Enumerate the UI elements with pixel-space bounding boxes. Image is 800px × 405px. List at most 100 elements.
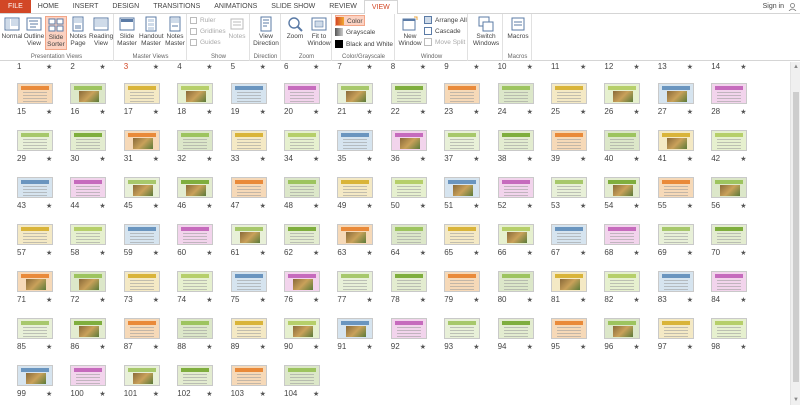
color-button[interactable]: Color [335,15,365,26]
slide-thumbnail[interactable]: 75 ★ [230,271,269,309]
star-icon[interactable]: ★ [313,108,319,116]
scroll-thumb[interactable] [793,92,799,382]
star-icon[interactable]: ★ [740,108,746,116]
slide-thumbnail[interactable]: 53 ★ [551,177,589,215]
slide-thumbnail[interactable]: 38 ★ [497,130,536,168]
zoom-button[interactable]: Zoom [284,16,306,50]
slide-thumbnail[interactable]: 104 ★ [284,365,322,403]
star-icon[interactable]: ★ [687,108,693,116]
star-icon[interactable]: ★ [420,155,426,163]
star-icon[interactable]: ★ [99,296,105,304]
handout-master-button[interactable]: Handout Master [139,16,164,50]
slide-thumbnail[interactable]: 73 ★ [123,271,162,309]
tab-review[interactable]: REVIEW [322,0,364,13]
slide-thumbnail[interactable]: 60 ★ [177,224,215,262]
outline-view-button[interactable]: Outline View [23,16,45,50]
slide-thumbnail[interactable]: 24 ★ [497,83,536,121]
star-icon[interactable]: ★ [580,63,586,71]
tab-file[interactable]: FILE [0,0,31,13]
slide-thumbnail[interactable]: 84 ★ [711,271,749,309]
star-icon[interactable]: ★ [420,343,426,351]
star-icon[interactable]: ★ [260,343,266,351]
move-split-button[interactable]: Move Split [424,37,465,48]
star-icon[interactable]: ★ [366,296,372,304]
slide-thumbnail[interactable]: 72 ★ [70,271,108,309]
star-icon[interactable]: ★ [633,249,639,257]
slide-thumbnail[interactable]: 98 ★ [711,318,749,356]
slide-thumbnail[interactable]: 66 ★ [497,224,536,262]
tab-slide-show[interactable]: SLIDE SHOW [264,0,322,13]
slide-thumbnail[interactable]: 48 ★ [284,177,322,215]
star-icon[interactable]: ★ [206,390,212,398]
star-icon[interactable]: ★ [473,108,479,116]
slide-thumbnail[interactable]: 39 ★ [551,130,589,168]
star-icon[interactable]: ★ [473,249,479,257]
star-icon[interactable]: ★ [633,343,639,351]
slide-thumbnail[interactable]: 35 ★ [337,130,375,168]
star-icon[interactable]: ★ [366,249,372,257]
slide-thumbnail[interactable]: 54 ★ [604,177,642,215]
cascade-button[interactable]: Cascade [424,26,461,37]
star-icon[interactable]: ★ [153,202,159,210]
tab-view[interactable]: VIEW [363,0,398,15]
slide-thumbnail[interactable]: 56 ★ [711,177,749,215]
star-icon[interactable]: ★ [153,155,159,163]
slide-thumbnail[interactable]: 68 ★ [604,224,642,262]
gridlines-checkbox[interactable]: Gridlines [190,26,226,37]
star-icon[interactable]: ★ [420,296,426,304]
tab-transitions[interactable]: TRANSITIONS [146,0,207,13]
star-icon[interactable]: ★ [206,108,212,116]
slide-thumbnail[interactable]: 28 ★ [711,83,749,121]
star-icon[interactable]: ★ [366,63,372,71]
star-icon[interactable]: ★ [313,296,319,304]
slide-thumbnail[interactable]: 46 ★ [177,177,215,215]
star-icon[interactable]: ★ [527,343,533,351]
slide-thumbnail[interactable]: 43 ★ [17,177,55,215]
star-icon[interactable]: ★ [527,63,533,71]
tab-animations[interactable]: ANIMATIONS [207,0,264,13]
star-icon[interactable]: ★ [260,63,266,71]
slide-thumbnail[interactable]: 16 ★ [70,83,108,121]
slide-thumbnail[interactable]: 99 ★ [17,365,55,403]
star-icon[interactable]: ★ [99,390,105,398]
tab-home[interactable]: HOME [31,0,66,13]
star-icon[interactable]: ★ [740,202,746,210]
sign-in-link[interactable]: Sign in [763,0,784,14]
star-icon[interactable]: ★ [740,155,746,163]
slide-thumbnail[interactable]: 25 ★ [551,83,589,121]
slide-thumbnail[interactable]: 57 ★ [17,224,55,262]
star-icon[interactable]: ★ [99,249,105,257]
star-icon[interactable]: ★ [366,343,372,351]
slide-thumbnail[interactable]: 89 ★ [230,318,269,356]
slide-thumbnail[interactable]: 15 ★ [17,83,55,121]
slide-thumbnail[interactable]: 94 ★ [497,318,536,356]
slide-thumbnail[interactable]: 44 ★ [70,177,108,215]
star-icon[interactable]: ★ [46,343,52,351]
star-icon[interactable]: ★ [46,296,52,304]
slide-thumbnail[interactable]: 18 ★ [177,83,215,121]
star-icon[interactable]: ★ [153,249,159,257]
slide-thumbnail[interactable]: 102 ★ [177,365,215,403]
notes-page-button[interactable]: Notes Page [67,16,89,50]
slide-thumbnail[interactable]: 85 ★ [17,318,55,356]
star-icon[interactable]: ★ [46,63,52,71]
star-icon[interactable]: ★ [46,155,52,163]
star-icon[interactable]: ★ [366,108,372,116]
star-icon[interactable]: ★ [46,249,52,257]
slide-thumbnail[interactable]: 36 ★ [390,130,429,168]
slide-thumbnail[interactable]: 76 ★ [284,271,322,309]
star-icon[interactable]: ★ [260,108,266,116]
slide-sorter-pane[interactable]: 1 ★ 2 ★ 3 ★ 4 ★ 5 ★ 6 ★ 7 ★ 8 ★ 9 ★ 10 ★ 11 ★ 12 ★ 13 ★ 14 ★ 15 ★ 16 ★ 1… [0,62,790,405]
slide-thumbnail[interactable]: 29 ★ [17,130,55,168]
star-icon[interactable]: ★ [633,296,639,304]
slide-thumbnail[interactable]: 65 ★ [444,224,482,262]
star-icon[interactable]: ★ [313,390,319,398]
star-icon[interactable]: ★ [260,202,266,210]
slide-thumbnail[interactable]: 19 ★ [230,83,269,121]
slide-thumbnail[interactable]: 21 ★ [337,83,375,121]
star-icon[interactable]: ★ [687,343,693,351]
star-icon[interactable]: ★ [580,155,586,163]
star-icon[interactable]: ★ [313,63,319,71]
slide-thumbnail[interactable]: 50 ★ [390,177,429,215]
slide-thumbnail[interactable]: 61 ★ [230,224,269,262]
